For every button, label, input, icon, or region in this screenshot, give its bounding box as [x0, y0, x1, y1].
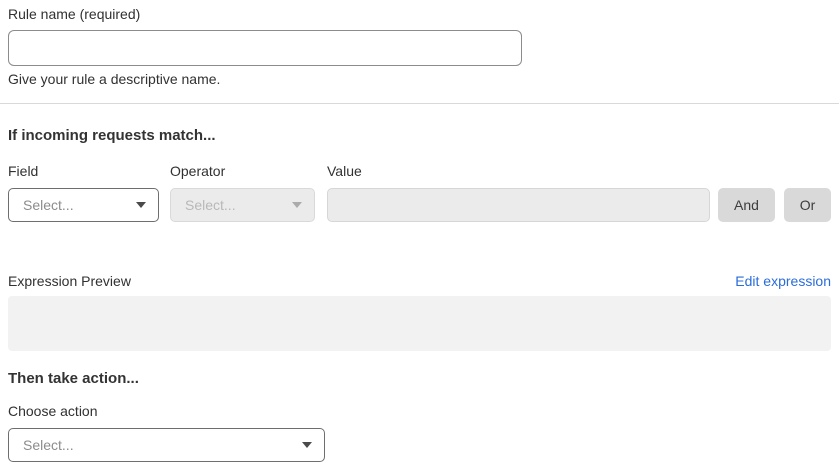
choose-action-select[interactable]: Select... [8, 428, 325, 462]
value-input[interactable] [327, 188, 710, 222]
action-section-heading: Then take action... [8, 370, 139, 387]
rule-name-help-text: Give your rule a descriptive name. [8, 71, 220, 87]
rule-builder-form: Rule name (required) Give your rule a de… [0, 0, 839, 473]
match-section-heading: If incoming requests match... [8, 127, 216, 144]
field-select[interactable]: Select... [8, 188, 159, 222]
operator-label: Operator [170, 163, 225, 179]
choose-action-select-value: Select... [23, 437, 74, 453]
expression-preview-label: Expression Preview [8, 273, 131, 289]
rule-name-label: Rule name (required) [8, 6, 140, 22]
operator-select-value: Select... [185, 197, 236, 213]
field-select-value: Select... [23, 197, 74, 213]
or-button[interactable]: Or [784, 188, 831, 222]
and-button[interactable]: And [718, 188, 775, 222]
edit-expression-link[interactable]: Edit expression [735, 273, 831, 289]
chevron-down-icon [302, 442, 312, 448]
field-label: Field [8, 163, 38, 179]
operator-select[interactable]: Select... [170, 188, 315, 222]
rule-name-input[interactable] [8, 30, 522, 66]
choose-action-label: Choose action [8, 403, 98, 419]
section-divider [0, 103, 839, 104]
expression-preview-box [8, 296, 831, 351]
chevron-down-icon [136, 202, 146, 208]
value-label: Value [327, 163, 362, 179]
chevron-down-icon [292, 202, 302, 208]
